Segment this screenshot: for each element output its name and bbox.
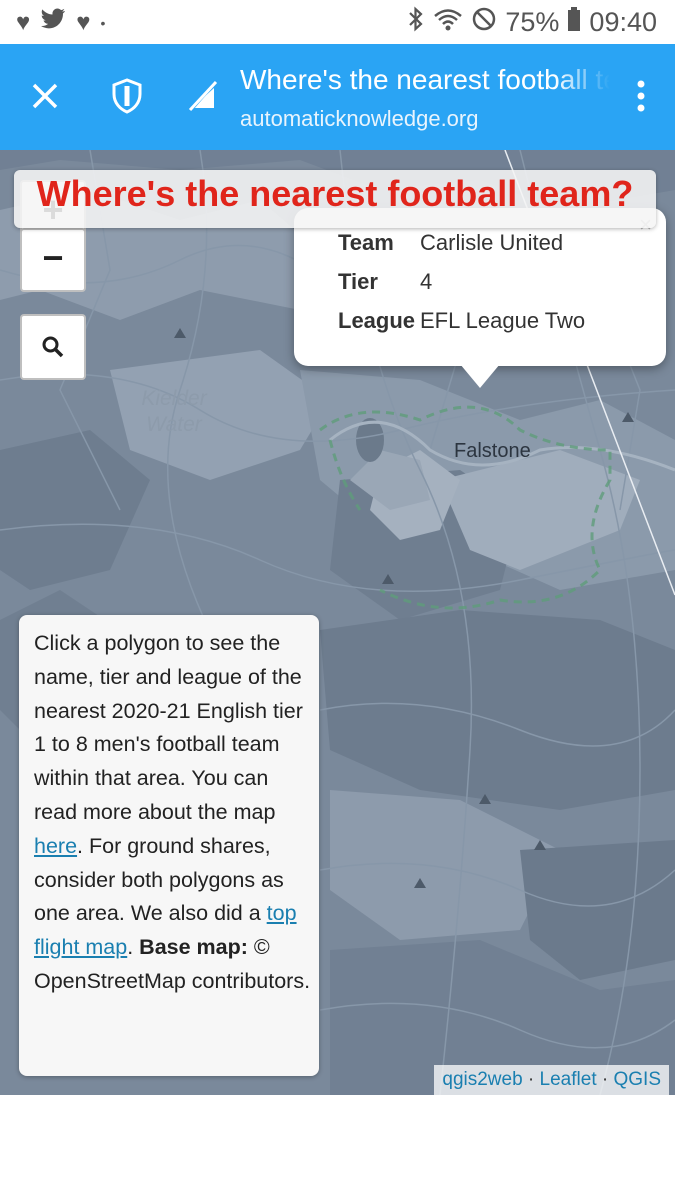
zoom-out-button[interactable]: − [20, 228, 86, 292]
town-label: Falstone [454, 440, 531, 462]
popup-value: 4 [420, 269, 433, 294]
lake-label: Kielder Water [128, 386, 220, 438]
info-text-part: . [127, 935, 140, 960]
popup-value: EFL League Two [420, 308, 586, 333]
popup-row-tier: Tier 4 [338, 269, 432, 295]
clock: 09:40 [589, 7, 657, 37]
map-title-box: Where's the nearest football team? [14, 170, 656, 228]
read-more-link[interactable]: here [34, 834, 77, 858]
lake-label-line2: Water [146, 413, 202, 436]
tracking-protection-button[interactable] [174, 68, 230, 124]
qgis2web-link[interactable]: qgis2web [442, 1069, 522, 1090]
map-title: Where's the nearest football team? [36, 173, 634, 214]
close-icon [32, 83, 58, 109]
popup-key: Team [338, 230, 394, 255]
lake-label-line1: Kielder [141, 387, 207, 410]
search-icon [42, 336, 64, 358]
notification-icons: ♥ ♥ • [16, 8, 105, 37]
battery-percent: 75% [505, 7, 560, 37]
info-text: Click a polygon to see the name, tier an… [34, 627, 314, 999]
popup-key: League [338, 308, 416, 333]
do-not-disturb-icon [471, 6, 497, 39]
status-bar: ♥ ♥ • 75% 09:40 [0, 0, 675, 44]
more-vertical-icon [637, 80, 645, 112]
heart-icon: ♥ [76, 8, 91, 36]
leaflet-link[interactable]: Leaflet [540, 1069, 597, 1090]
overflow-menu-button[interactable] [613, 68, 669, 124]
map-search-button[interactable] [20, 314, 86, 380]
wifi-icon [433, 7, 463, 38]
twitter-icon [40, 8, 66, 37]
popup-tip [460, 364, 500, 388]
popup-key: Tier [338, 269, 378, 294]
heart-icon: ♥ [16, 8, 31, 36]
base-map-label: Base map: [139, 935, 248, 960]
popup-value: Carlisle United [420, 230, 564, 255]
browser-toolbar: Where's the nearest football team? autom… [0, 44, 675, 150]
popup-row-league: League EFL League Two [338, 308, 585, 334]
bluetooth-icon [407, 6, 425, 39]
info-panel: Click a polygon to see the name, tier an… [19, 615, 319, 1076]
dot-icon: • [100, 14, 106, 31]
qgis-link[interactable]: QGIS [613, 1069, 661, 1090]
attribution-separator: · [596, 1069, 614, 1090]
feature-popup: × TeamCarlisle United Tier4 LeagueEFL Le… [294, 208, 666, 366]
battery-icon [567, 6, 581, 39]
close-button[interactable] [17, 68, 73, 124]
minus-icon: − [42, 237, 64, 278]
attribution-separator: · [522, 1069, 540, 1090]
map-attribution: qgis2web · Leaflet · QGIS [434, 1065, 669, 1095]
system-icons: 75% 09:40 [407, 6, 657, 39]
page-url[interactable]: automaticknowledge.org [240, 106, 478, 132]
security-button[interactable] [99, 68, 155, 124]
popup-row-team: Team Carlisle United [338, 230, 563, 256]
page-title: Where's the nearest football team? [240, 64, 610, 95]
shield-icon [112, 78, 142, 114]
info-text-part: Click a polygon to see the name, tier an… [34, 631, 303, 824]
tracking-off-icon [186, 78, 218, 114]
